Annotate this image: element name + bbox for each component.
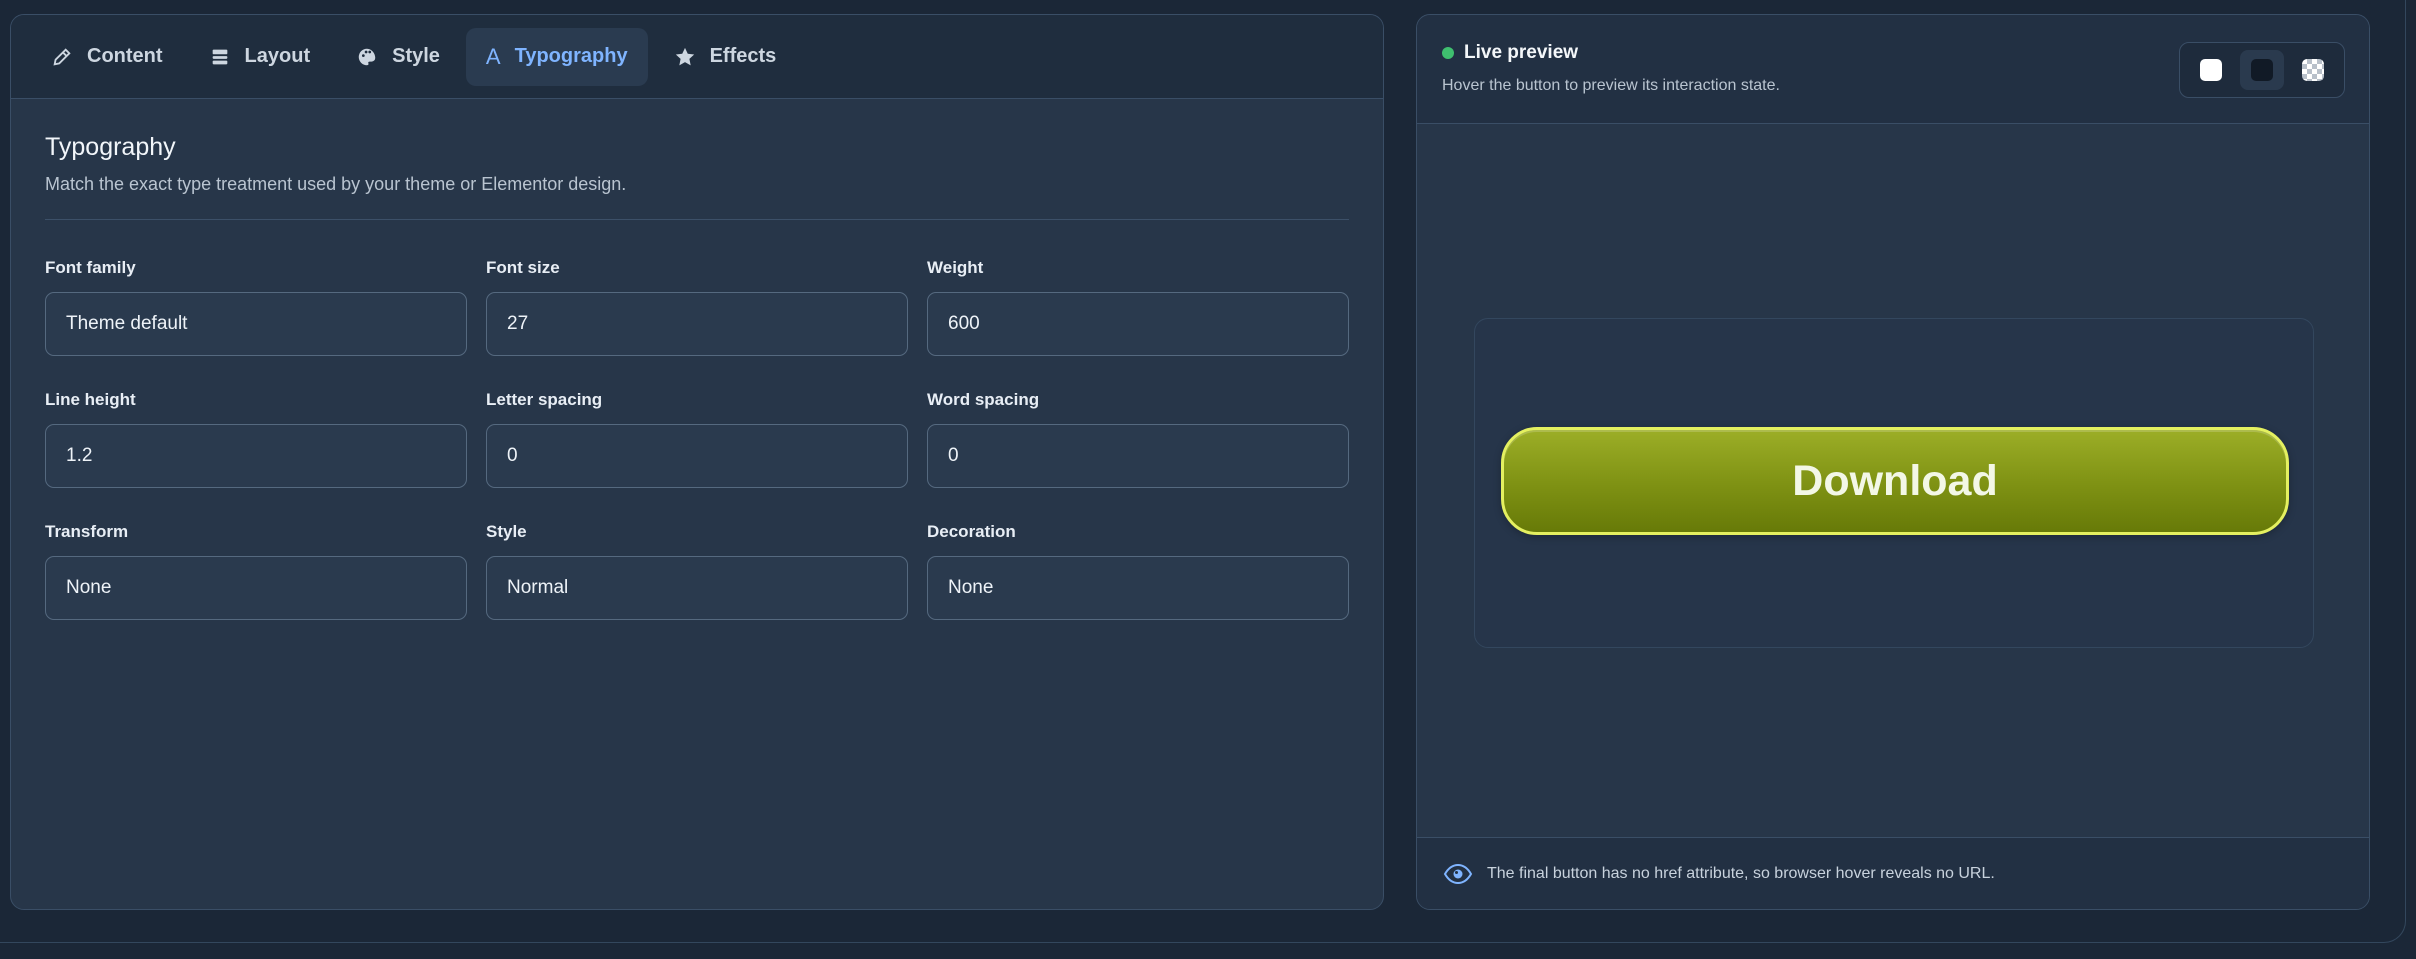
field-transform: Transform None: [45, 522, 467, 620]
field-decoration: Decoration None: [927, 522, 1349, 620]
style-select[interactable]: Normal: [486, 556, 908, 620]
field-label: Font family: [45, 258, 136, 277]
field-label: Transform: [45, 522, 129, 541]
typography-fields: Font family Theme default Font size 27 W…: [45, 258, 1349, 620]
section-description: Match the exact type treatment used by y…: [45, 174, 627, 194]
tab-style[interactable]: Style: [336, 28, 460, 86]
field-letter-spacing: Letter spacing 0: [486, 390, 908, 488]
field-style: Style Normal: [486, 522, 908, 620]
live-status-dot: [1442, 47, 1454, 59]
section-title: Typography: [45, 133, 176, 161]
field-label: Decoration: [927, 522, 1016, 541]
star-icon: [675, 47, 694, 65]
tab-label: Style: [392, 45, 440, 67]
footer-note: The final button has no href attribute, …: [1487, 864, 1995, 882]
field-label: Font size: [486, 258, 560, 277]
background-light-button[interactable]: [2189, 50, 2233, 90]
line-height-input[interactable]: 1.2: [45, 424, 467, 488]
dark-swatch-icon: [2250, 59, 2273, 81]
live-status: Live preview: [1442, 42, 1578, 64]
field-label: Letter spacing: [486, 390, 603, 409]
word-spacing-input[interactable]: 0: [927, 424, 1349, 488]
font-family-input[interactable]: Theme default: [45, 292, 467, 356]
preview-panel: Live preview Hover the button to preview…: [1416, 14, 2370, 910]
background-switcher: [2179, 42, 2345, 98]
download-preview-button[interactable]: Download: [1501, 427, 2289, 535]
layout-icon: [212, 49, 227, 64]
weight-input[interactable]: 600: [927, 292, 1349, 356]
eye-icon: [1443, 863, 1473, 884]
checkerboard-swatch-icon: [2301, 59, 2324, 81]
preview-title: Live preview: [1464, 42, 1579, 63]
tab-label: Typography: [514, 45, 628, 67]
preview-stage: Download: [1474, 318, 2314, 648]
editor-panel: Content Layout Style A Typography Effect…: [10, 14, 1384, 910]
light-swatch-icon: [2200, 59, 2223, 81]
font-size-input[interactable]: 27: [486, 292, 908, 356]
divider: [45, 219, 1349, 220]
tab-content[interactable]: Content: [31, 28, 183, 86]
field-font-family: Font family Theme default: [45, 258, 467, 356]
preview-header: Live preview Hover the button to preview…: [1417, 15, 2369, 124]
field-label: Word spacing: [927, 390, 1040, 409]
tab-label: Effects: [709, 45, 777, 67]
letter-spacing-input[interactable]: 0: [486, 424, 908, 488]
preview-description: Hover the button to preview its interact…: [1442, 77, 1780, 94]
field-weight: Weight 600: [927, 258, 1349, 356]
field-label: Weight: [927, 258, 984, 277]
typography-icon: A: [485, 43, 501, 69]
field-line-height: Line height 1.2: [45, 390, 467, 488]
tab-bar: Content Layout Style A Typography Effect…: [11, 15, 1383, 99]
palette-icon: [358, 48, 376, 65]
tab-typography[interactable]: A Typography: [465, 27, 648, 86]
background-dark-button[interactable]: [2239, 50, 2284, 90]
transform-select[interactable]: None: [45, 556, 467, 620]
background-transparent-button[interactable]: [2291, 50, 2335, 90]
field-font-size: Font size 27: [486, 258, 908, 356]
preview-footer: The final button has no href attribute, …: [1417, 837, 2369, 909]
field-label: Line height: [45, 390, 136, 409]
tab-effects[interactable]: Effects: [654, 28, 797, 86]
field-label: Style: [486, 522, 527, 541]
decoration-select[interactable]: None: [927, 556, 1349, 620]
tab-label: Content: [87, 45, 163, 67]
pencil-icon: [53, 47, 71, 66]
field-word-spacing: Word spacing 0: [927, 390, 1349, 488]
tab-layout[interactable]: Layout: [189, 28, 331, 86]
tab-label: Layout: [244, 45, 311, 67]
typography-section: Typography Match the exact type treatmen…: [11, 133, 1383, 620]
